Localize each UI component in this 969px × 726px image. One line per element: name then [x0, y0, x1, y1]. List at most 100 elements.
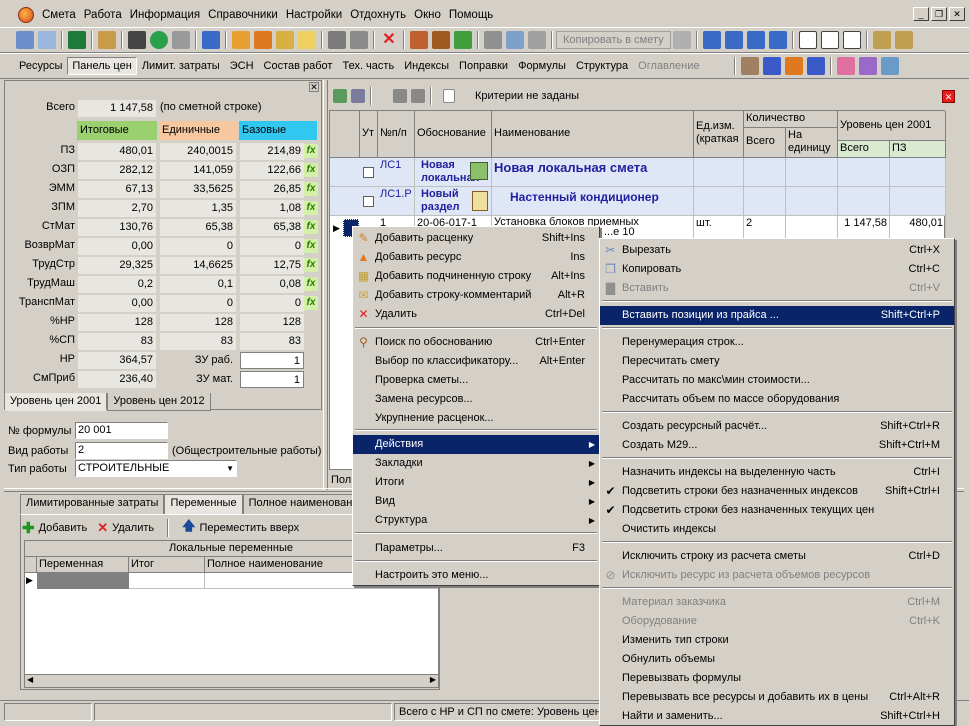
menu-item[interactable]: Рассчитать объем по массе оборудования — [600, 390, 954, 409]
menu-nastroyki[interactable]: Настройки — [282, 4, 346, 26]
delete-variable-button[interactable]: ✕ Удалить — [97, 520, 154, 536]
price-row-total[interactable]: 236,40 — [78, 371, 156, 388]
price-row-unit[interactable]: 65,38 — [160, 219, 236, 236]
list-icon[interactable] — [38, 31, 56, 49]
price-row-unit[interactable]: 83 — [160, 333, 236, 350]
col-name[interactable]: Наименование — [492, 111, 694, 158]
row-checkbox[interactable] — [363, 167, 374, 178]
transport-icon[interactable] — [807, 57, 826, 75]
work-kind-select[interactable]: СТРОИТЕЛЬНЫЕ ▼ — [75, 460, 237, 477]
layers-icon[interactable] — [881, 57, 900, 75]
menu-item[interactable]: Перенумерация строк... — [600, 333, 954, 352]
price-row-unit[interactable]: 1,35 — [160, 200, 236, 217]
col-qty-total[interactable]: Всего — [744, 128, 786, 158]
price-row-base[interactable]: 128 — [240, 314, 304, 331]
scroll-right-icon[interactable]: ▶ — [430, 675, 436, 684]
truck-icon[interactable] — [763, 57, 782, 75]
formula-icon[interactable]: fx — [304, 239, 318, 253]
tab-tekh-chast[interactable]: Тех. часть — [337, 57, 399, 75]
price-row-base[interactable]: 214,89 — [240, 143, 304, 160]
menu-item[interactable]: Оборудование Ctrl+K — [600, 612, 954, 631]
price-row-total[interactable]: 83 — [78, 333, 156, 350]
find-icon[interactable] — [98, 31, 116, 49]
close-panel-icon[interactable]: ✕ — [309, 82, 319, 92]
tab-price-level-2001[interactable]: Уровень цен 2001 — [4, 393, 108, 411]
menu-rabota[interactable]: Работа — [80, 4, 126, 26]
move-up-button[interactable]: 🡅 Переместить вверх — [182, 517, 299, 539]
pr-icon[interactable] — [842, 31, 861, 49]
books-icon[interactable] — [837, 57, 856, 75]
price-row-total[interactable]: 0,00 — [78, 238, 156, 255]
menu-item[interactable]: Изменить тип строки — [600, 631, 954, 650]
price-row-unit[interactable]: 0,1 — [160, 276, 236, 293]
price-row-base[interactable]: 122,66 — [240, 162, 304, 179]
insert-block-icon[interactable] — [432, 31, 450, 49]
menu-item[interactable]: Выбор по классификатору... Alt+Enter — [353, 352, 599, 371]
col-price-level[interactable]: Уровень цен 2001 — [838, 111, 946, 141]
formula-icon[interactable]: fx — [304, 220, 318, 234]
menu-item[interactable]: Вид ▶ — [353, 492, 599, 511]
price-row-total[interactable]: 29,325 — [78, 257, 156, 274]
col-num[interactable]: №п/п — [378, 111, 415, 158]
price-row-unit[interactable]: 33,5625 — [160, 181, 236, 198]
tab-oglavlenie[interactable]: Оглавление — [633, 57, 704, 75]
menu-item[interactable]: ❐ Копировать Ctrl+C — [600, 260, 954, 279]
arrow-down-icon[interactable] — [411, 89, 425, 103]
menu-item[interactable]: Параметры... F3 — [353, 539, 599, 558]
menu-item[interactable]: ⊘ Исключить ресурс из расчета объемов рес… — [600, 566, 954, 585]
refresh-icon[interactable] — [150, 31, 168, 49]
expand-tree-icon[interactable] — [333, 89, 347, 103]
tab-panel-tsen[interactable]: Панель цен — [67, 57, 137, 75]
price-row-base[interactable]: 1 — [240, 352, 304, 369]
price-row-base[interactable]: 12,75 — [240, 257, 304, 274]
menu-item[interactable]: ✔ Подсветить строки без назначенных индек… — [600, 482, 954, 501]
price-row-unit[interactable]: 14,6625 — [160, 257, 236, 274]
menu-item[interactable]: Создать ресурсный расчёт... Shift+Ctrl+R — [600, 417, 954, 436]
add-comment-icon[interactable] — [298, 31, 316, 49]
move-up-icon[interactable] — [454, 31, 472, 49]
col-qty[interactable]: Количество — [744, 111, 838, 128]
col-price-pz[interactable]: ПЗ — [890, 141, 946, 158]
restore-icon[interactable]: ❐ — [931, 7, 947, 21]
vertical-splitter[interactable] — [323, 80, 328, 490]
row-checkbox[interactable] — [363, 196, 374, 207]
align-left-icon[interactable] — [746, 31, 765, 49]
variable-cell[interactable] — [37, 573, 129, 589]
menu-item[interactable]: Перевызвать все ресурсы и добавить их в … — [600, 688, 954, 707]
formula-icon[interactable]: fx — [304, 201, 318, 215]
tab-formuly[interactable]: Формулы — [513, 57, 571, 75]
formula-icon[interactable]: fx — [304, 182, 318, 196]
price-row-total[interactable]: 480,01 — [78, 143, 156, 160]
price-row-unit[interactable]: 0 — [160, 238, 236, 255]
price-row-base[interactable]: 0 — [240, 295, 304, 312]
menu-item[interactable]: ✎ Добавить расценку Shift+Ins — [353, 229, 599, 248]
col-basis[interactable]: Обоснование — [415, 111, 492, 158]
recalc-icon[interactable] — [202, 31, 220, 49]
menu-smeta[interactable]: Смета — [38, 4, 80, 26]
price-row-total[interactable]: 128 — [78, 314, 156, 331]
minimize-icon[interactable]: _ — [913, 7, 929, 21]
add-rate-icon[interactable] — [232, 31, 250, 49]
price-row-total[interactable]: 130,76 — [78, 219, 156, 236]
menu-item[interactable]: Замена ресурсов... — [353, 390, 599, 409]
copy-icon[interactable] — [506, 31, 524, 49]
insert-row-icon[interactable] — [410, 31, 428, 49]
price-row-base[interactable]: 0 — [240, 238, 304, 255]
tab-resursy[interactable]: Ресурсы — [14, 57, 67, 75]
catalog-icon[interactable] — [859, 57, 878, 75]
work-type-input[interactable]: 2 — [75, 442, 168, 459]
ls-icon[interactable] — [798, 31, 817, 49]
menu-item[interactable]: Укрупнение расценок... — [353, 409, 599, 428]
menu-item[interactable]: Итоги ▶ — [353, 473, 599, 492]
close-criteria-icon[interactable]: ✕ — [942, 90, 955, 103]
tab-sostav-rabot[interactable]: Состав работ — [259, 57, 338, 75]
col-ut[interactable]: Ут — [360, 111, 378, 158]
tab-limited-costs[interactable]: Лимитированные затраты — [20, 494, 165, 514]
price-row-unit[interactable]: 240,0015 — [160, 143, 236, 160]
menu-item[interactable]: Найти и заменить... Shift+Ctrl+H — [600, 707, 954, 726]
tab-price-level-2012[interactable]: Уровень цен 2012 — [107, 393, 211, 411]
formula-icon[interactable]: fx — [304, 163, 318, 177]
close-icon[interactable]: ✕ — [949, 7, 965, 21]
arrow-up-icon[interactable] — [393, 89, 407, 103]
scroll-left-icon[interactable]: ◀ — [27, 675, 33, 684]
